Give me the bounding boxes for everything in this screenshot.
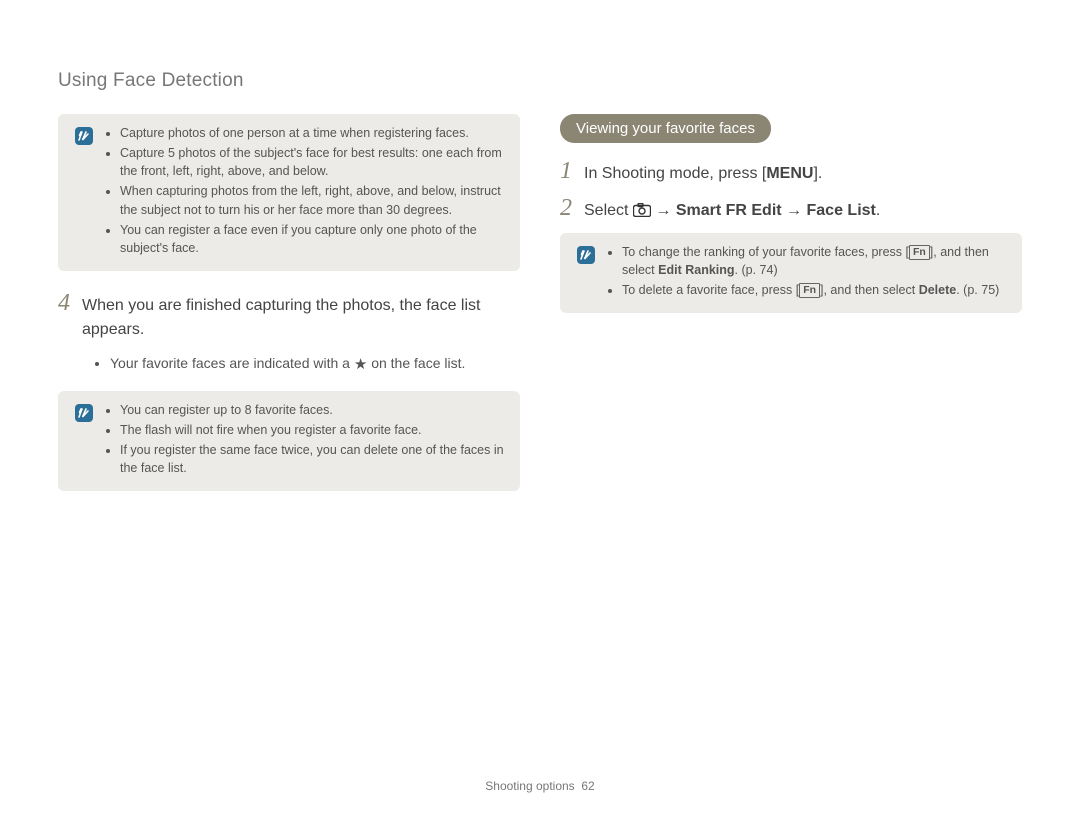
text-segment: In Shooting mode, press [ [584,165,766,182]
step-text: Select → Smart FR Edit → Face List. [584,199,880,223]
step-4: 4 When you are finished capturing the ph… [58,291,520,342]
note-item: If you register the same face twice, you… [120,441,504,477]
step-2: 2 Select → Smart FR Edit → Face List. [560,196,1022,223]
text-segment: on the face list. [367,355,465,371]
note-list: You can register up to 8 favorite faces.… [104,401,504,480]
footer-section: Shooting options [485,779,574,793]
note-icon [576,245,596,265]
page-title: Using Face Detection [58,70,1022,92]
text-segment: To delete a favorite face, press [ [622,283,799,297]
right-column: Viewing your favorite faces 1 In Shootin… [560,114,1022,511]
note-item: The flash will not fire when you registe… [120,421,504,439]
step-number: 1 [560,159,572,183]
menu-path-item: Smart FR Edit [676,202,782,219]
text-segment: To change the ranking of your favorite f… [622,245,909,259]
menu-key-label: MENU [766,165,813,182]
note-box-3: To change the ranking of your favorite f… [560,233,1022,313]
step-number: 4 [58,291,70,315]
camera-icon [633,203,651,217]
text-segment: → [782,202,807,219]
star-icon: ★ [354,353,367,377]
text-segment: . (p. 74) [735,263,778,277]
text-segment: ]. [813,165,822,182]
note-item: You can register a face even if you capt… [120,221,504,257]
sub-bullet-item: Your favorite faces are indicated with a… [110,352,520,377]
step-number: 2 [560,196,572,220]
content-columns: Capture photos of one person at a time w… [58,114,1022,511]
note-item: When capturing photos from the left, rig… [120,182,504,218]
note-item: To delete a favorite face, press [Fn], a… [622,281,1006,299]
left-column: Capture photos of one person at a time w… [58,114,520,511]
step-text: When you are finished capturing the phot… [82,294,520,342]
note-box-1: Capture photos of one person at a time w… [58,114,520,271]
text-segment: ], and then select [820,283,919,297]
text-segment: → [651,202,676,219]
bold-option: Delete [919,283,957,297]
page: Using Face Detection Capture photos of o… [0,0,1080,815]
note-item: To change the ranking of your favorite f… [622,243,1006,279]
note-item: You can register up to 8 favorite faces. [120,401,504,419]
text-segment: . [876,202,880,219]
sub-bullet-list: Your favorite faces are indicated with a… [94,352,520,377]
step-1: 1 In Shooting mode, press [MENU]. [560,159,1022,186]
note-icon [74,126,94,146]
footer-page-number: 62 [581,779,594,793]
note-item: Capture photos of one person at a time w… [120,124,504,142]
fn-key-label: Fn [799,283,820,298]
note-item: Capture 5 photos of the subject's face f… [120,144,504,180]
note-box-2: You can register up to 8 favorite faces.… [58,391,520,492]
fn-key-label: Fn [909,245,930,260]
note-icon [74,403,94,423]
text-segment: . (p. 75) [956,283,999,297]
text-segment: Select [584,202,633,219]
note-list: To change the ranking of your favorite f… [606,243,1006,301]
page-footer: Shooting options 62 [0,779,1080,793]
note-list: Capture photos of one person at a time w… [104,124,504,259]
step-text: In Shooting mode, press [MENU]. [584,162,822,186]
menu-path-item: Face List [807,202,876,219]
section-heading-pill: Viewing your favorite faces [560,114,771,143]
text-segment: Your favorite faces are indicated with a [110,355,354,371]
bold-option: Edit Ranking [658,263,734,277]
